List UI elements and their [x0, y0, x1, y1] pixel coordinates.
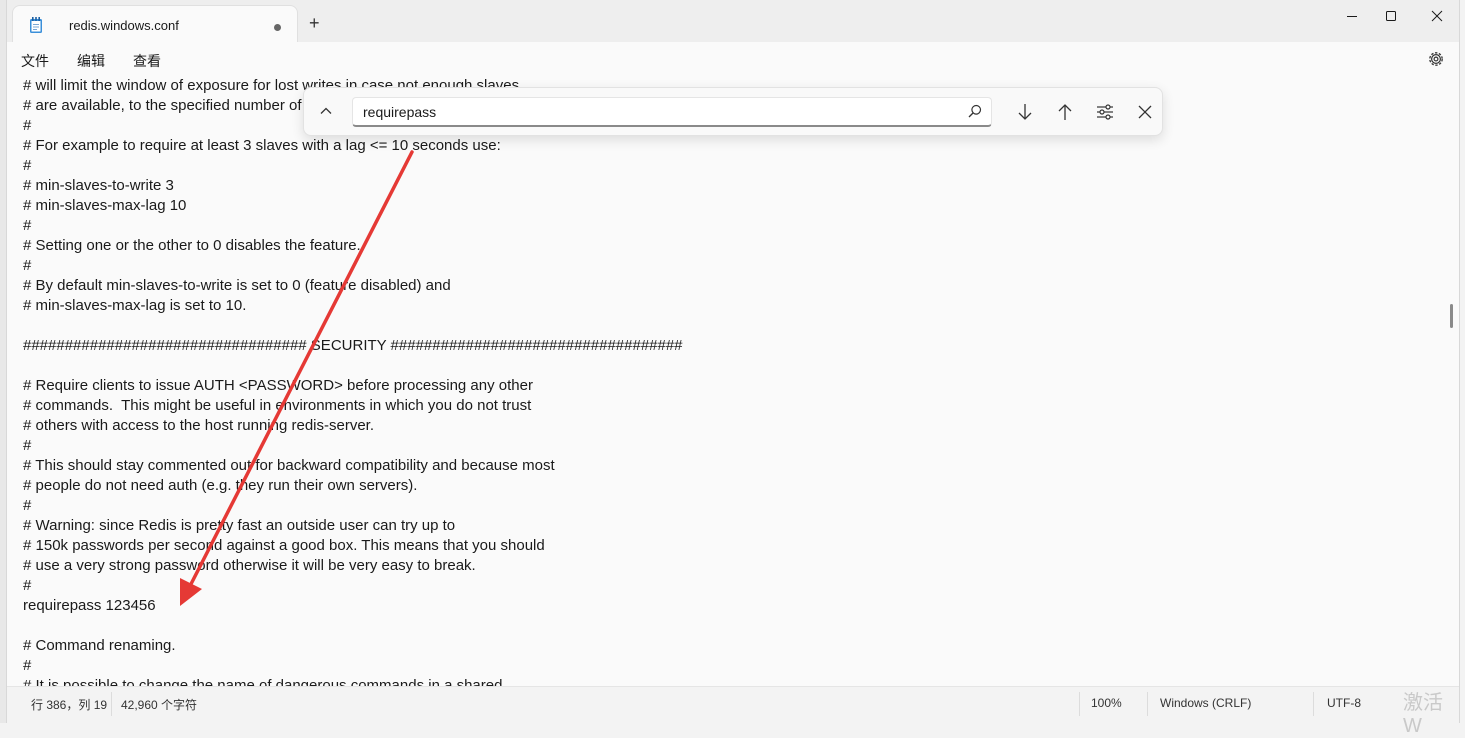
arrow-up-icon[interactable]	[1054, 101, 1076, 123]
encoding[interactable]: UTF-8	[1327, 696, 1361, 710]
character-count: 42,960 个字符	[121, 698, 198, 712]
editor-line: #	[23, 117, 32, 134]
editor-line: # Warning: since Redis is pretty fast an…	[23, 517, 456, 534]
editor-line: #	[23, 157, 32, 174]
gear-icon[interactable]	[1427, 50, 1445, 68]
editor-line: #	[23, 657, 32, 674]
editor-line: # others with access to the host running…	[23, 417, 375, 434]
new-tab-button[interactable]: +	[309, 14, 320, 32]
notepad-window: redis.windows.conf + 文件 编辑 查看 # will lim…	[6, 0, 1460, 724]
minimize-icon	[1347, 16, 1357, 17]
editor-line: #	[23, 577, 32, 594]
editor-line: # Setting one or the other to 0 disables…	[23, 237, 361, 254]
editor-line: #	[23, 217, 32, 234]
menu-view[interactable]: 查看	[133, 51, 161, 71]
menu-file[interactable]: 文件	[21, 51, 49, 71]
status-divider	[1147, 692, 1148, 716]
editor-line: # For example to require at least 3 slav…	[23, 137, 501, 154]
editor-line: #	[23, 257, 32, 274]
status-divider	[111, 692, 112, 716]
editor-line: # It is possible to change the name of d…	[23, 677, 503, 686]
editor-line: # Require clients to issue AUTH <PASSWOR…	[23, 377, 533, 394]
activation-watermark: 激活 W	[1403, 692, 1443, 737]
find-input[interactable]	[352, 97, 992, 127]
editor-line: ################################## SECUR…	[23, 337, 683, 354]
arrow-down-icon[interactable]	[1014, 101, 1036, 123]
status-divider	[1313, 692, 1314, 716]
editor-line: # people do not need auth (e.g. they run…	[23, 477, 418, 494]
menu-edit[interactable]: 编辑	[77, 51, 105, 71]
editor-line: # min-slaves-max-lag is set to 10.	[23, 297, 247, 314]
close-window-button[interactable]	[1422, 6, 1452, 26]
text-editor[interactable]: # will limit the window of exposure for …	[7, 74, 1459, 686]
maximize-icon	[1386, 11, 1396, 21]
menu-bar: 文件 编辑 查看	[7, 42, 1459, 74]
editor-line: # By default min-slaves-to-write is set …	[23, 277, 451, 294]
zoom-level[interactable]: 100%	[1091, 696, 1122, 710]
status-bar: 行 386，列 19 42,960 个字符 100% Windows (CRLF…	[7, 686, 1459, 724]
editor-line: #	[23, 497, 32, 514]
find-bar	[303, 87, 1163, 136]
tab-title: redis.windows.conf	[69, 18, 179, 33]
search-icon[interactable]	[968, 104, 982, 118]
editor-line-requirepass: requirepass 123456	[23, 597, 156, 614]
title-bar: redis.windows.conf +	[7, 0, 1459, 42]
chevron-up-icon[interactable]	[318, 103, 334, 119]
editor-line: #	[23, 437, 32, 454]
minimize-button[interactable]	[1337, 6, 1367, 26]
line-ending[interactable]: Windows (CRLF)	[1160, 696, 1251, 710]
editor-line: # min-slaves-max-lag 10	[23, 197, 187, 214]
close-icon[interactable]	[1134, 101, 1156, 123]
tab-redis-windows-conf[interactable]: redis.windows.conf	[13, 6, 297, 42]
status-divider	[1079, 692, 1080, 716]
cursor-position: 行 386，列 19	[31, 698, 108, 712]
editor-line: # This should stay commented out for bac…	[23, 457, 555, 474]
notepad-icon	[30, 17, 42, 33]
unsaved-indicator-icon[interactable]	[274, 24, 281, 31]
options-icon[interactable]	[1094, 101, 1116, 123]
editor-line: # use a very strong password otherwise i…	[23, 557, 476, 574]
maximize-button[interactable]	[1376, 6, 1406, 26]
editor-line: # min-slaves-to-write 3	[23, 177, 174, 194]
close-icon	[1431, 10, 1443, 22]
editor-line: # 150k passwords per second against a go…	[23, 537, 545, 554]
editor-line: # Command renaming.	[23, 637, 176, 654]
vertical-scrollbar-thumb[interactable]	[1450, 304, 1453, 328]
editor-line: # commands. This might be useful in envi…	[23, 397, 532, 414]
